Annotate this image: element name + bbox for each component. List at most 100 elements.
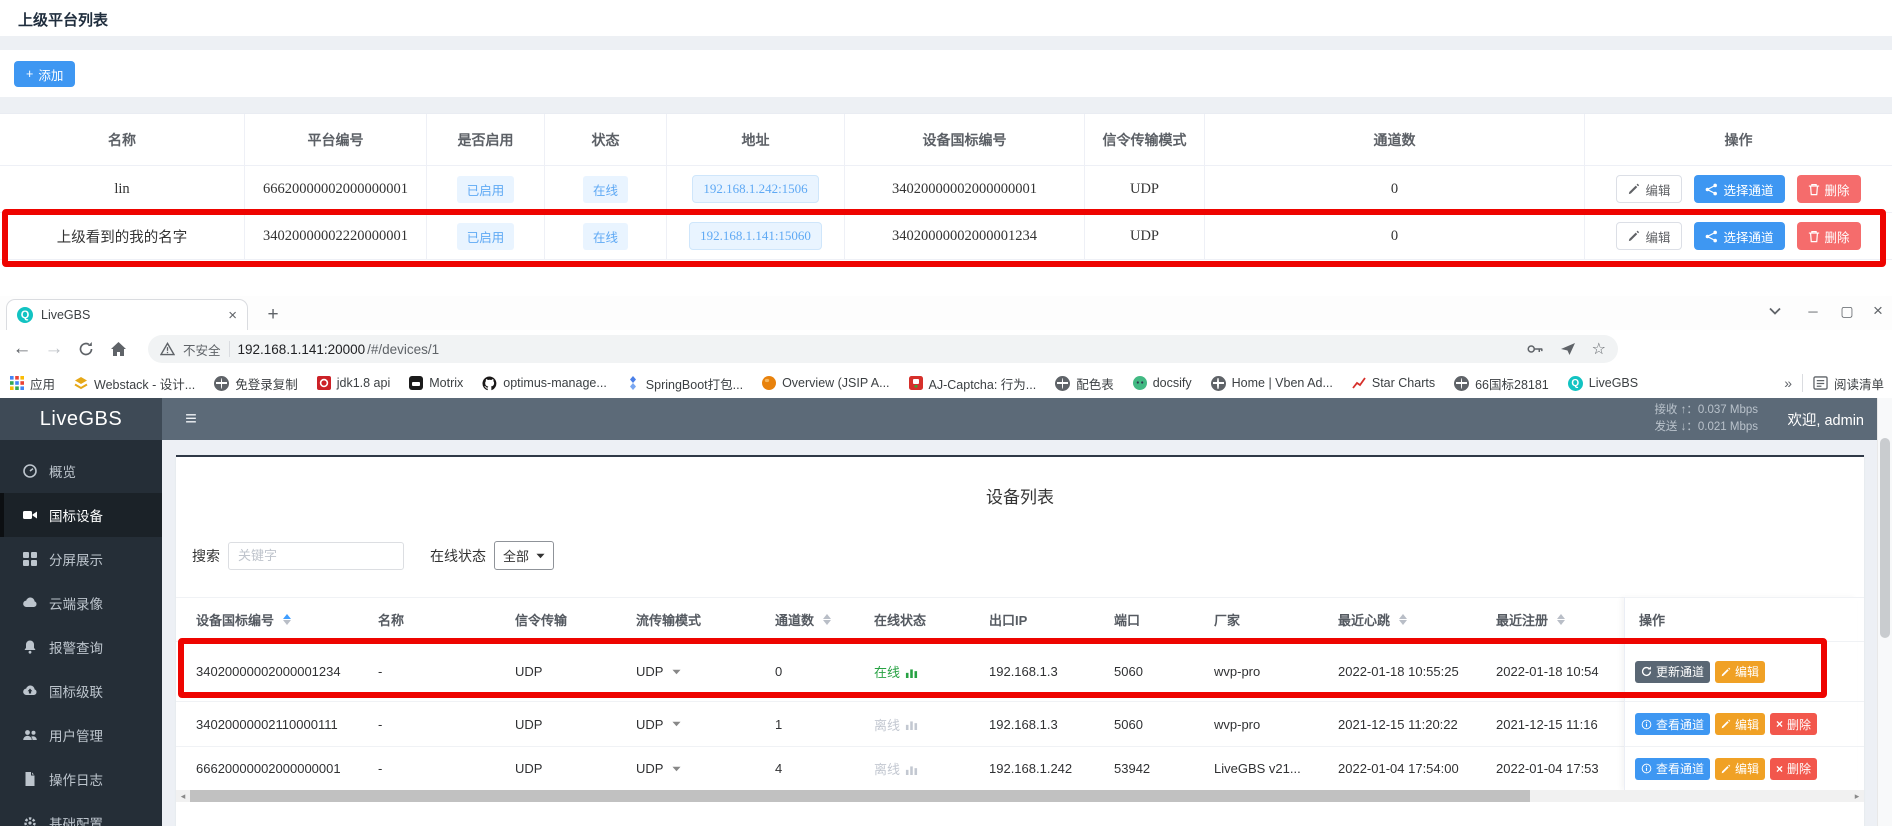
edit-button[interactable]: 编辑 [1616, 175, 1682, 203]
sidebar-item-gb-cascade[interactable]: 国标级联 [0, 669, 162, 713]
bookmark-optimus[interactable]: optimus-manage... [482, 376, 607, 391]
bookmark-overview-jsip[interactable]: Overview (JSIP A... [762, 376, 889, 390]
device-row-1[interactable]: 34020000002000001234 - UDP UDP 0 在线 192.… [176, 642, 1864, 702]
sort-icon[interactable] [1557, 614, 1565, 625]
col-device-id[interactable]: 设备国标编号 [176, 610, 378, 629]
window-minimize-button[interactable]: ─ [1796, 296, 1830, 326]
enabled-badge: 已启用 [457, 223, 515, 250]
reload-button[interactable] [72, 335, 100, 363]
sidebar-toggle-icon[interactable]: ≡ [176, 398, 206, 440]
welcome-admin[interactable]: 欢迎, admin [1787, 398, 1864, 440]
status-badge: 在线 [583, 223, 628, 250]
file-icon [22, 771, 38, 787]
forward-button[interactable]: → [40, 335, 68, 363]
edit-button[interactable]: 编辑 [1616, 222, 1682, 250]
app-logo[interactable]: LiveGBS [0, 398, 162, 440]
bookmarks-overflow-chevron[interactable]: » [1784, 375, 1792, 391]
col-header-address: 地址 [667, 114, 845, 166]
col-register[interactable]: 最近注册 [1496, 610, 1616, 629]
bookmark-docsify[interactable]: docsify [1133, 376, 1192, 390]
cell-name: - [378, 761, 515, 776]
bookmark-star-charts[interactable]: Star Charts [1352, 376, 1435, 390]
cell-vendor: LiveGBS v21... [1214, 761, 1338, 776]
cell-status: 在线 [545, 213, 667, 260]
online-status-select[interactable]: 全部 [494, 541, 554, 570]
update-channels-button[interactable]: 更新通道 [1635, 661, 1710, 683]
scroll-left-arrow[interactable]: ◂ [176, 790, 190, 802]
password-key-icon[interactable] [1527, 343, 1544, 355]
bookmark-copy[interactable]: 免登录复制 [214, 374, 298, 393]
sidebar-item-basic-config[interactable]: 基础配置 [0, 801, 162, 826]
horizontal-scrollbar-thumb[interactable] [190, 790, 1530, 802]
sidebar-item-operation-log[interactable]: 操作日志 [0, 757, 162, 801]
reading-list-button[interactable]: 阅读清单 [1813, 374, 1884, 393]
delete-button[interactable]: 删除 [1797, 222, 1861, 250]
view-channels-button[interactable]: 查看通道 [1635, 713, 1710, 735]
back-button[interactable]: ← [8, 335, 36, 363]
sort-icon[interactable] [1399, 614, 1407, 625]
edit-device-button[interactable]: 编辑 [1715, 758, 1765, 780]
x-icon: × [1776, 717, 1783, 731]
send-to-device-icon[interactable] [1560, 342, 1576, 356]
vertical-scrollbar[interactable] [1877, 398, 1892, 826]
sidebar-item-alarm-query[interactable]: 报警查询 [0, 625, 162, 669]
bookmark-springboot[interactable]: SpringBoot打包... [626, 374, 743, 393]
browser-tab-livegbs[interactable]: Q LiveGBS × [6, 299, 248, 330]
horizontal-scrollbar[interactable]: ◂ ▸ [176, 790, 1864, 802]
app-content: 设备列表 搜索 在线状态 全部 设备国标编号 名称 信令传输 [162, 440, 1878, 826]
tab-close-icon[interactable]: × [228, 307, 237, 324]
sort-icon[interactable] [283, 614, 291, 625]
col-channels[interactable]: 通道数 [775, 610, 874, 629]
cell-online-status[interactable]: 在线 [874, 662, 989, 681]
sidebar-item-overview[interactable]: 概览 [0, 449, 162, 493]
bookmark-vben[interactable]: Home | Vben Ad... [1211, 376, 1333, 391]
view-channels-button[interactable]: 查看通道 [1635, 758, 1710, 780]
device-row-3[interactable]: 66620000002000000001 - UDP UDP 4 离线 192.… [176, 747, 1864, 790]
screenshot-stage: 上级平台列表 + 添加 名称 平台编号 是否启用 状态 地址 设备国标编号 信令… [0, 0, 1892, 826]
bookmark-gb28181[interactable]: 66国标28181 [1454, 374, 1549, 393]
bookmark-colors[interactable]: 配色表 [1055, 374, 1114, 393]
home-button[interactable] [104, 335, 132, 363]
bookmark-webstack[interactable]: Webstack - 设计... [74, 374, 195, 393]
sidebar-item-cloud-recording[interactable]: 云端录像 [0, 581, 162, 625]
bookmark-motrix[interactable]: Motrix [409, 376, 463, 390]
cell-stream-select[interactable]: UDP [636, 761, 775, 776]
col-heartbeat[interactable]: 最近心跳 [1338, 610, 1496, 629]
delete-button[interactable]: 删除 [1797, 175, 1861, 203]
scroll-right-arrow[interactable]: ▸ [1850, 790, 1864, 802]
cell-actions: 编辑 选择通道 删除 [1585, 166, 1892, 213]
sidebar-item-gb-devices[interactable]: 国标设备 [0, 493, 162, 537]
add-platform-button[interactable]: + 添加 [14, 61, 75, 87]
delete-device-button[interactable]: × 删除 [1770, 713, 1817, 735]
search-input[interactable] [228, 542, 404, 570]
cell-stream-select[interactable]: UDP [636, 664, 775, 679]
edit-device-button[interactable]: 编辑 [1715, 661, 1765, 683]
bookmarks-left-group: 应用 Webstack - 设计... 免登录复制 jdk1.8 api Mot… [10, 368, 1638, 398]
address-bar[interactable]: 不安全 192.168.1.141:20000 /#/devices/1 ☆ [148, 335, 1618, 363]
bookmark-star-icon[interactable]: ☆ [1592, 339, 1606, 359]
status-badge: 在线 [583, 176, 628, 203]
address-badge[interactable]: 192.168.1.141:15060 [689, 222, 822, 250]
select-channel-button[interactable]: 选择通道 [1694, 222, 1784, 250]
cell-stream-select[interactable]: UDP [636, 717, 775, 732]
window-maximize-button[interactable]: ▢ [1830, 296, 1864, 326]
sort-icon[interactable] [823, 614, 831, 625]
edit-device-button[interactable]: 编辑 [1715, 713, 1765, 735]
sidebar-item-split-screen[interactable]: 分屏展示 [0, 537, 162, 581]
not-secure-label[interactable]: 不安全 [183, 340, 221, 359]
sidebar-item-user-management[interactable]: 用户管理 [0, 713, 162, 757]
address-badge[interactable]: 192.168.1.242:1506 [692, 175, 818, 203]
bar-chart-icon[interactable] [905, 666, 918, 678]
new-tab-button[interactable]: + [260, 302, 286, 328]
select-channel-button[interactable]: 选择通道 [1694, 175, 1784, 203]
tab-search-chevron-icon[interactable] [1758, 296, 1792, 326]
bookmark-livegbs[interactable]: Q LiveGBS [1568, 376, 1638, 391]
bookmark-aj-captcha[interactable]: AJ-Captcha: 行为... [909, 374, 1037, 393]
bookmark-jdk-api[interactable]: jdk1.8 api [317, 376, 391, 390]
vertical-scrollbar-thumb[interactable] [1880, 438, 1890, 638]
webstack-icon [74, 376, 88, 390]
window-close-button[interactable]: × [1861, 296, 1892, 326]
bookmark-apps[interactable]: 应用 [10, 374, 55, 393]
device-row-2[interactable]: 34020000002110000111 - UDP UDP 1 离线 192.… [176, 702, 1864, 747]
delete-device-button[interactable]: × 删除 [1770, 758, 1817, 780]
